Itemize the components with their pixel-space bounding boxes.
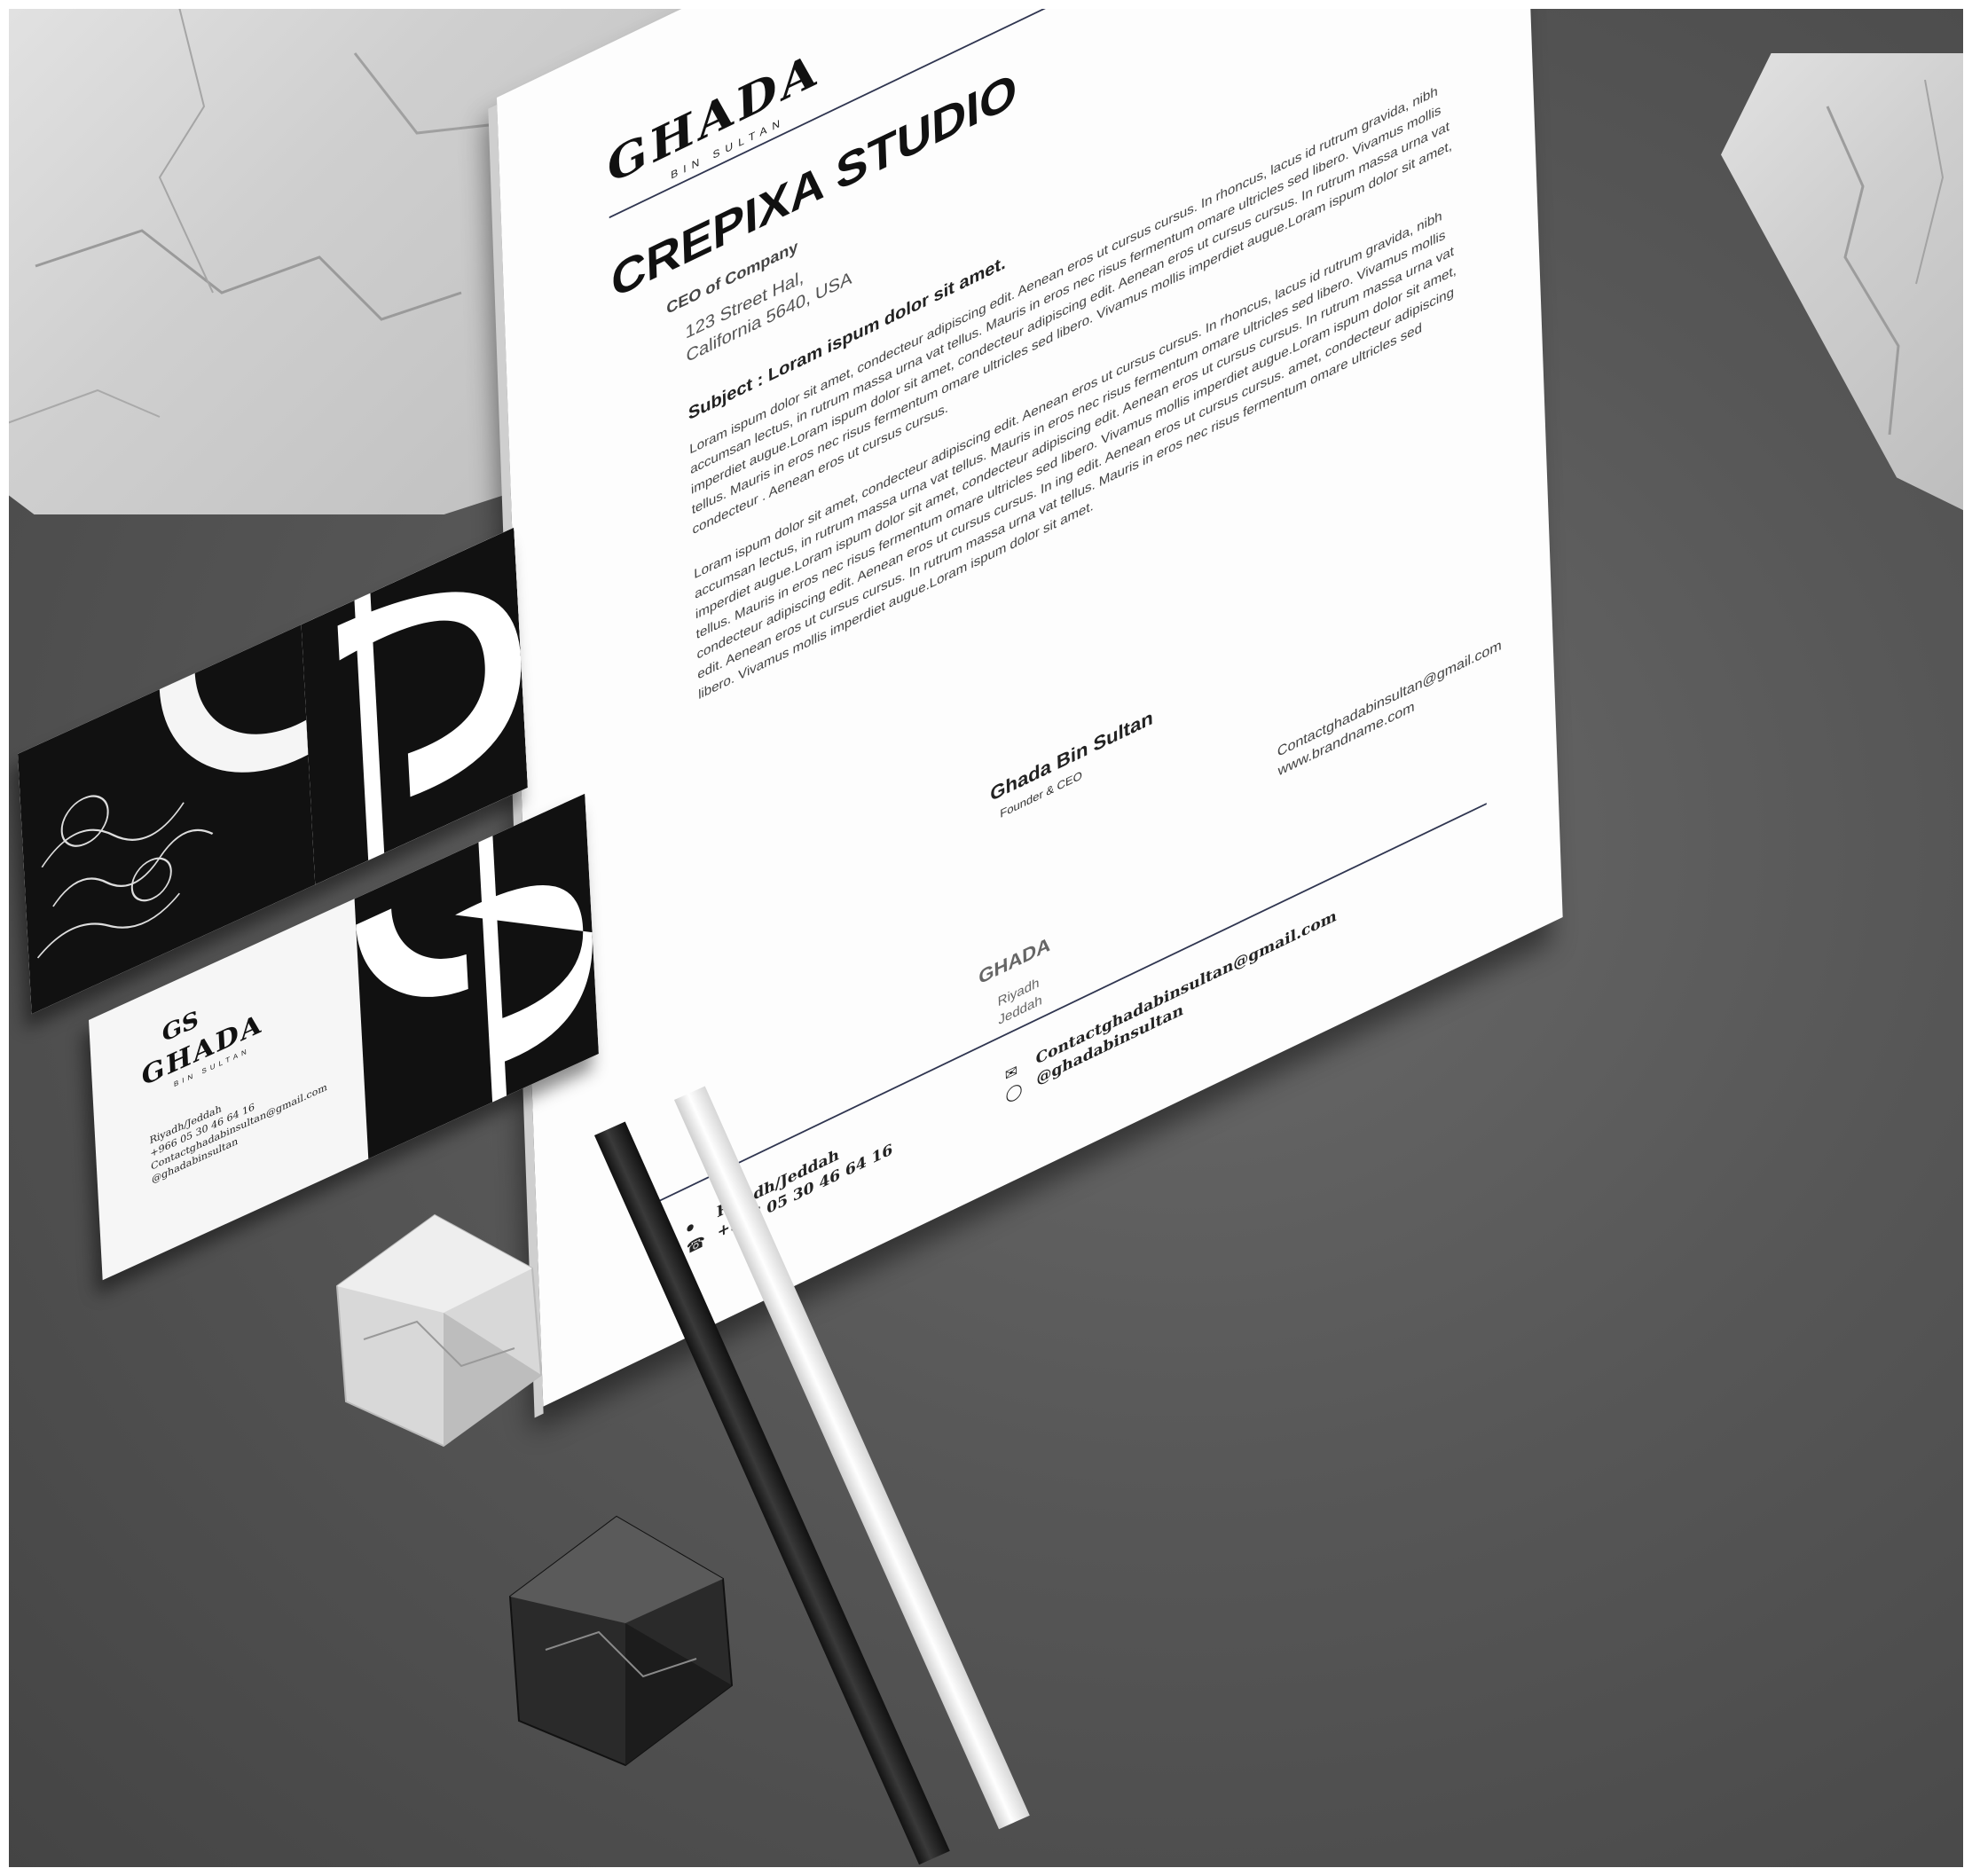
footer-email: Contactghadabinsultan@gmail.com: [1035, 907, 1338, 1069]
contact-web: www.brandname.com: [1277, 699, 1415, 780]
white-marble-gem: [335, 1213, 543, 1448]
contact-email: Contactghadabinsultan@gmail.com: [1277, 637, 1502, 761]
footer-left-icons: ● ☎: [686, 1211, 706, 1260]
letterhead-bottom-rule: [644, 803, 1487, 1209]
black-marble-gem: [508, 1515, 734, 1767]
stationery-mockup-scene: GS GHADA BIN SULTAN CREPIXA STUDIO CEO o…: [0, 0, 1972, 1876]
card-back-monogram-art: [301, 527, 528, 885]
footer-cities: Riyadh Jeddah: [997, 972, 1042, 1030]
letterhead-contact: Contactghadabinsultan@gmail.com www.bran…: [1277, 636, 1503, 782]
footer-social: @ghadabinsultan: [1036, 1001, 1184, 1089]
footer-right-icons: ✉ ◯: [1004, 1058, 1023, 1106]
signature-name: Ghada Bin Sultan: [989, 705, 1154, 806]
marble-block-right: [1721, 53, 1972, 514]
